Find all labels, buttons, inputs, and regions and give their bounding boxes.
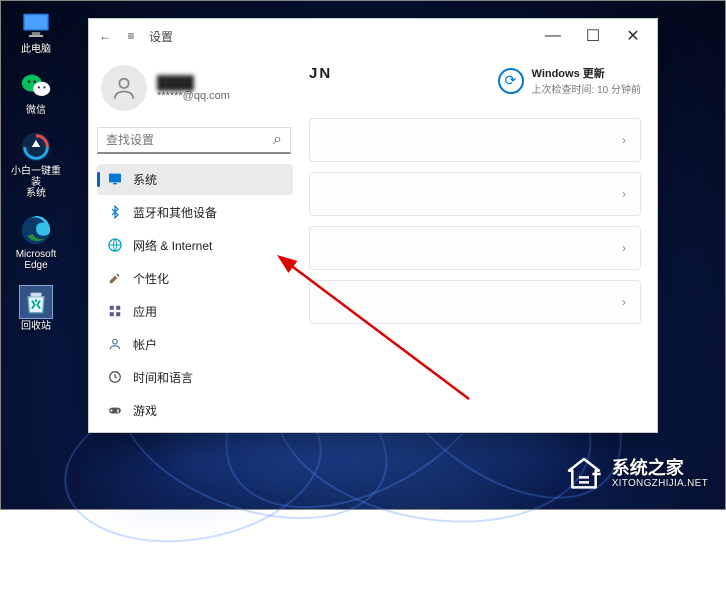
apps-icon <box>107 303 123 319</box>
sidebar-item-label: 游戏 <box>133 402 157 419</box>
minimize-button[interactable]: — <box>533 21 573 51</box>
pc-icon <box>19 8 53 42</box>
search-box[interactable]: ⌕ <box>97 127 291 154</box>
sidebar-item-label: 网络 & Internet <box>133 237 212 254</box>
chevron-right-icon: › <box>622 295 626 309</box>
sidebar-item-label: 时间和语言 <box>133 369 193 386</box>
desktop-icon-pc[interactable]: 此电脑 <box>8 8 64 55</box>
back-button[interactable]: ← <box>97 28 113 44</box>
nav-list: 系统蓝牙和其他设备网络 & Internet个性化应用帐户时间和语言游戏辅助功能 <box>97 164 299 424</box>
settings-window: ← ≡ 设置 — ☐ ✕ ████ <box>88 18 658 433</box>
watermark-title: 系统之家 <box>612 459 708 479</box>
network-icon <box>107 237 123 253</box>
chevron-right-icon: › <box>622 133 626 147</box>
settings-cards: › › › › <box>309 118 641 324</box>
desktop-icon-label: MicrosoftEdge <box>16 249 57 271</box>
search-icon: ⌕ <box>273 131 282 149</box>
sidebar-item-label: 蓝牙和其他设备 <box>133 204 217 221</box>
desktop-icon-label: 此电脑 <box>21 44 51 55</box>
titlebar: ← ≡ 设置 — ☐ ✕ <box>89 19 657 53</box>
settings-card[interactable]: › <box>309 226 641 270</box>
sidebar-item-label: 系统 <box>133 171 157 188</box>
sidebar-item-label: 个性化 <box>133 270 169 287</box>
menu-button[interactable]: ≡ <box>123 28 139 44</box>
edge-icon <box>19 213 53 247</box>
desktop-icons: 此电脑微信小白一键重装系统 MicrosoftEdge 回收站 <box>8 8 64 332</box>
wechat-icon <box>19 69 53 103</box>
chevron-right-icon: › <box>622 187 626 201</box>
sidebar-item-system[interactable]: 系统 <box>97 164 293 195</box>
recycle-icon <box>19 285 53 319</box>
settings-card[interactable]: › <box>309 118 641 162</box>
profile-email: ******@qq.com <box>157 90 230 102</box>
settings-card[interactable]: › <box>309 280 641 324</box>
desktop-icon-reinstall[interactable]: 小白一键重装系统 <box>8 130 64 199</box>
sidebar-item-personalize[interactable]: 个性化 <box>97 263 293 294</box>
desktop-icon-label: 小白一键重装系统 <box>8 166 64 199</box>
main-pane: JN ⟳ Windows 更新 上次检查时间: 10 分钟前 › › › › <box>299 53 657 432</box>
sidebar-item-accounts[interactable]: 帐户 <box>97 329 293 360</box>
update-title: Windows 更新 <box>532 65 641 81</box>
desktop-icon-wechat[interactable]: 微信 <box>8 69 64 116</box>
sidebar-item-time[interactable]: 时间和语言 <box>97 362 293 393</box>
close-button[interactable]: ✕ <box>613 21 653 51</box>
search-input[interactable] <box>106 133 273 147</box>
device-name: JN <box>309 65 332 82</box>
maximize-button[interactable]: ☐ <box>573 21 613 51</box>
desktop-icon-recycle[interactable]: 回收站 <box>8 285 64 332</box>
window-title: 设置 <box>149 28 173 45</box>
time-icon <box>107 369 123 385</box>
bluetooth-icon <box>107 204 123 220</box>
desktop: 此电脑微信小白一键重装系统 MicrosoftEdge 回收站 ← ≡ 设置 — ☐… <box>0 0 726 510</box>
gaming-icon <box>107 402 123 418</box>
desktop-icon-edge[interactable]: MicrosoftEdge <box>8 213 64 271</box>
sidebar-item-label: 帐户 <box>133 336 157 353</box>
reinstall-icon <box>19 130 53 164</box>
desktop-icon-label: 微信 <box>26 105 46 116</box>
sidebar-item-apps[interactable]: 应用 <box>97 296 293 327</box>
sidebar-item-bluetooth[interactable]: 蓝牙和其他设备 <box>97 197 293 228</box>
avatar <box>101 65 147 111</box>
watermark-url: XITONGZHIJIA.NET <box>612 478 708 489</box>
personalize-icon <box>107 270 123 286</box>
sidebar-item-gaming[interactable]: 游戏 <box>97 395 293 424</box>
chevron-right-icon: › <box>622 241 626 255</box>
accounts-icon <box>107 336 123 352</box>
watermark-logo-icon <box>564 454 604 494</box>
sidebar-item-label: 应用 <box>133 303 157 320</box>
update-icon: ⟳ <box>498 68 524 94</box>
settings-card[interactable]: › <box>309 172 641 216</box>
windows-update-tile[interactable]: ⟳ Windows 更新 上次检查时间: 10 分钟前 <box>498 65 641 96</box>
sidebar-item-network[interactable]: 网络 & Internet <box>97 230 293 261</box>
watermark: 系统之家 XITONGZHIJIA.NET <box>564 454 708 494</box>
update-subtitle: 上次检查时间: 10 分钟前 <box>532 81 641 96</box>
profile[interactable]: ████ ******@qq.com <box>97 61 299 123</box>
desktop-icon-label: 回收站 <box>21 321 51 332</box>
sidebar: ████ ******@qq.com ⌕ 系统蓝牙和其他设备网络 & Inter… <box>89 53 299 432</box>
profile-name: ████ <box>157 75 230 90</box>
system-icon <box>107 171 123 187</box>
